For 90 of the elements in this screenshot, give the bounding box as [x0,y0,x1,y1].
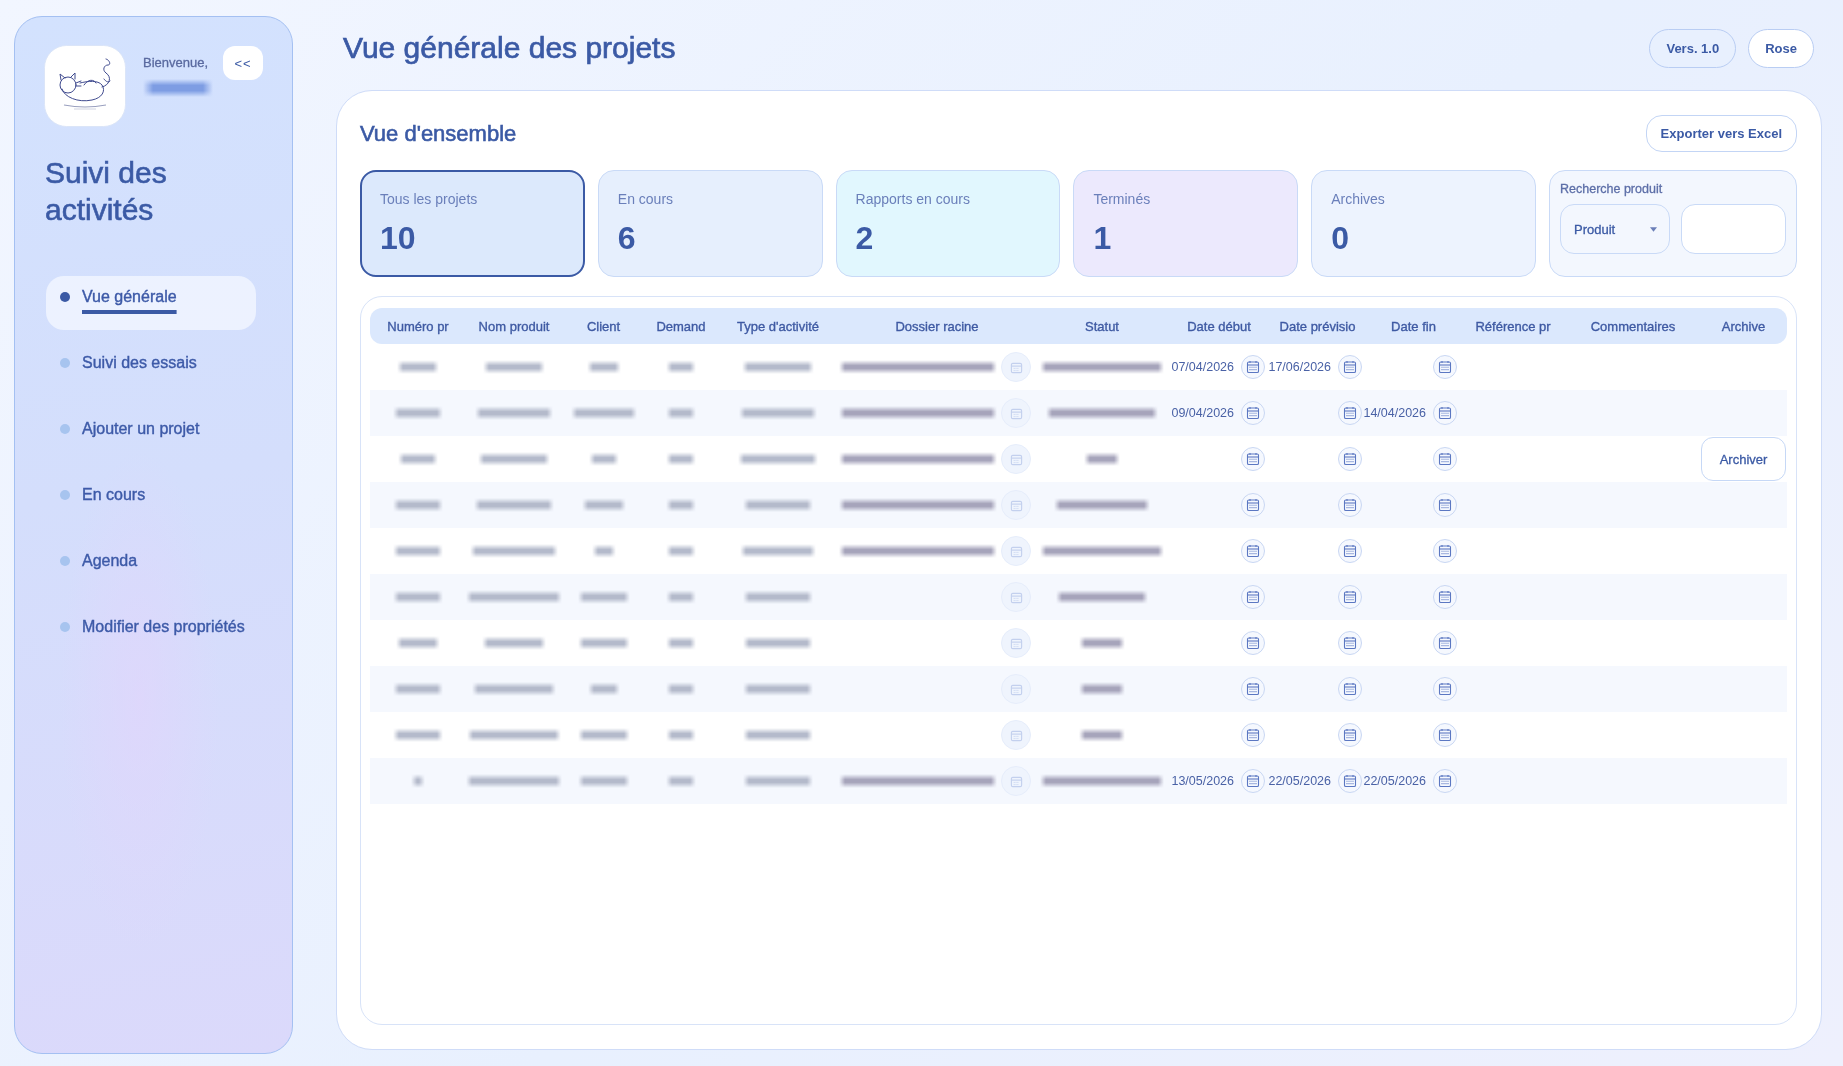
calendar-icon[interactable] [1338,723,1362,747]
bullet-icon [60,424,70,434]
date-text: 22/05/2026 [1363,774,1426,788]
calendar-icon[interactable] [1338,539,1362,563]
calendar-icon[interactable] [1433,769,1457,793]
stat-card[interactable]: Terminés 1 [1073,170,1299,277]
nav-item[interactable]: Agenda [46,540,256,594]
archive-button[interactable]: Archiver [1701,437,1786,481]
calendar-icon[interactable] [1433,355,1457,379]
calendar-icon[interactable] [1338,355,1362,379]
nav-item[interactable]: En cours [46,474,256,528]
calendar-icon[interactable] [1433,585,1457,609]
date-text: 22/05/2026 [1268,774,1331,788]
nav-item[interactable]: Vue générale [46,276,256,330]
search-label: Recherche produit [1560,181,1664,197]
column-header[interactable]: Commentaires [1590,318,1676,334]
faded-calendar-icon [1001,444,1031,474]
calendar-icon[interactable] [1241,401,1265,425]
column-header[interactable]: Statut [1085,318,1119,334]
column-header[interactable]: Dossier racine [895,318,979,334]
faded-calendar-icon [1001,490,1031,520]
stat-card[interactable]: Rapports en cours 2 [835,170,1061,277]
faded-calendar-icon [1001,352,1031,382]
search-input[interactable] [1681,204,1786,254]
date-text: 13/05/2026 [1171,774,1234,788]
calendar-icon[interactable] [1241,585,1265,609]
nav-item[interactable]: Modifier des propriétés [46,606,256,660]
column-header[interactable]: Date fin [1391,318,1436,334]
stat-card[interactable]: Tous les projets 10 [360,170,585,277]
calendar-icon[interactable] [1433,539,1457,563]
faded-calendar-icon [1001,398,1031,428]
calendar-icon[interactable] [1241,631,1265,655]
calendar-icon[interactable] [1338,769,1362,793]
calendar-icon[interactable] [1433,493,1457,517]
page-title: Vue générale des projets [343,31,676,65]
column-header[interactable]: Type d'activité [737,318,819,334]
caret-icon [1650,226,1657,232]
date-text: 17/06/2026 [1268,360,1331,374]
faded-calendar-icon [1001,720,1031,750]
nav-item[interactable]: Suivi des essais [46,342,256,396]
date-text: 14/04/2026 [1363,406,1426,420]
calendar-icon[interactable] [1433,401,1457,425]
column-header[interactable]: Référence pr [1475,318,1551,334]
column-header[interactable]: Date début [1187,318,1251,334]
calendar-icon[interactable] [1241,769,1265,793]
bullet-icon [60,292,70,302]
date-text: 09/04/2026 [1171,406,1234,420]
bullet-icon [60,556,70,566]
calendar-icon[interactable] [1433,447,1457,471]
faded-calendar-icon [1001,582,1031,612]
calendar-icon[interactable] [1338,585,1362,609]
faded-calendar-icon [1001,766,1031,796]
calendar-icon[interactable] [1241,677,1265,701]
calendar-icon[interactable] [1241,447,1265,471]
product-dropdown[interactable]: Produit [1560,204,1670,254]
calendar-icon[interactable] [1241,723,1265,747]
calendar-icon[interactable] [1433,631,1457,655]
calendar-icon[interactable] [1338,447,1362,471]
column-header[interactable]: Client [586,318,621,334]
bullet-icon [60,358,70,368]
greeting-text: Bienvenue, [143,54,210,72]
column-header[interactable]: Demand [656,318,706,334]
stat-card[interactable]: Archives 0 [1311,170,1536,277]
faded-calendar-icon [1001,536,1031,566]
calendar-icon[interactable] [1338,631,1362,655]
calendar-icon[interactable] [1338,401,1362,425]
column-header[interactable]: Archive [1721,318,1766,334]
nav-item[interactable]: Ajouter un projet [46,408,256,462]
bullet-icon [60,622,70,632]
stat-card[interactable]: En cours 6 [597,170,823,277]
calendar-icon[interactable] [1241,493,1265,517]
column-header[interactable]: Nom produit [478,318,550,334]
date-text: 07/04/2026 [1171,360,1234,374]
calendar-icon[interactable] [1433,723,1457,747]
sidebar-title: Suivi des activités [45,155,168,228]
calendar-icon[interactable] [1241,355,1265,379]
bullet-icon [60,490,70,500]
header-button[interactable]: Rose [1748,28,1814,68]
calendar-icon[interactable] [1338,493,1362,517]
calendar-icon[interactable] [1241,539,1265,563]
calendar-icon[interactable] [1433,677,1457,701]
faded-calendar-icon [1001,674,1031,704]
export-button[interactable]: Exporter vers Excel [1645,115,1797,152]
column-header[interactable]: Date prévisio [1279,318,1356,334]
column-header[interactable]: Numéro pr [387,318,449,334]
version-button[interactable]: Vers. 1.0 [1649,28,1737,68]
faded-calendar-icon [1001,628,1031,658]
section-title: Vue d'ensemble [360,120,517,147]
collapse-button[interactable]: << [223,46,263,80]
calendar-icon[interactable] [1338,677,1362,701]
